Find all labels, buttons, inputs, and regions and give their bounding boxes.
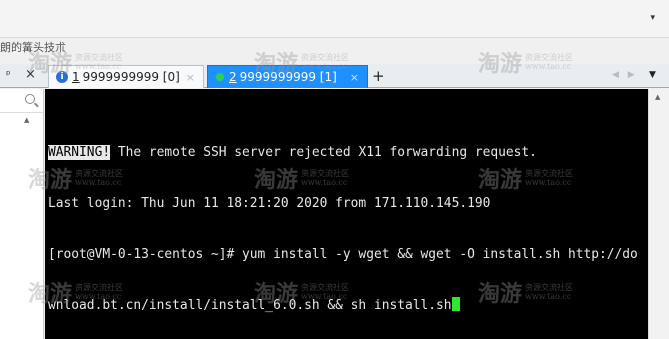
tab-menu-icon[interactable]: ▼ [649,70,656,80]
pin-icon[interactable]: ᵖ [6,68,11,81]
terminal-line: Last login: Thu Jun 11 18:21:20 2020 fro… [48,196,491,211]
divider [0,112,43,113]
left-pane: ▲ [0,89,44,339]
terminal-cursor [451,297,460,311]
tab-scroll-arrows-icon[interactable]: ◀ ▶ [612,70,638,80]
terminal-output[interactable]: WARNING! The remote SSH server rejected … [45,89,648,339]
close-tab-icon[interactable]: × [350,71,359,84]
vertical-scrollbar[interactable] [648,89,669,339]
tab-label: 9999999999 [0] [82,70,180,84]
warning-tag: WARNING! [48,145,111,160]
address-bar[interactable]: ▾ [0,0,669,38]
info-icon: i [56,71,68,83]
tab-session-2[interactable]: 2 9999999999 [1] × [207,65,368,88]
scroll-up-arrow-icon[interactable]: ▲ [655,93,660,101]
tab-session-1[interactable]: i 1 9999999999 [0] × [48,65,204,88]
terminal-line: [root@VM-0-13-centos ~]# yum install -y … [48,247,638,262]
tab-index: 2 [229,70,237,84]
add-tab-button[interactable]: + [372,67,385,85]
close-tab-icon[interactable]: × [186,71,195,84]
terminal-line: WARNING! The remote SSH server rejected … [48,145,537,160]
session-tab-bar: ᵖ × i 1 9999999999 [0] × 2 9999999999 [1… [0,64,669,88]
dropdown-arrow-icon[interactable]: ▾ [650,13,655,23]
left-pane-title: 朗的篝头技朮 [0,41,66,54]
terminal-line: wnload.bt.cn/install/install_6.0.sh && s… [48,297,638,314]
connected-status-icon [216,73,224,81]
scroll-up-icon[interactable]: ▲ [24,116,29,124]
tab-index: 1 [72,70,80,84]
close-pane-icon[interactable]: × [25,67,36,82]
ssh-client-window: ▾ 朗的篝头技朮 ᵖ × i 1 9999999999 [0] × 2 9999… [0,0,669,339]
search-icon[interactable] [25,94,35,104]
tab-label: 9999999999 [1] [239,70,337,84]
